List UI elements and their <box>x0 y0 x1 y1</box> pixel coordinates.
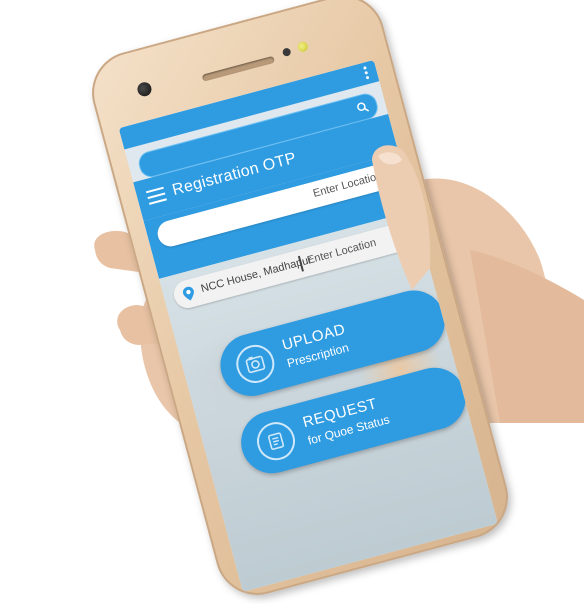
document-icon <box>252 417 300 465</box>
earpiece <box>201 55 275 82</box>
search-icon[interactable] <box>355 99 370 114</box>
front-camera <box>135 80 154 98</box>
hamburger-menu-icon[interactable] <box>145 186 167 205</box>
overflow-menu-icon[interactable] <box>363 65 371 81</box>
camera-icon <box>232 340 279 388</box>
proximity-sensor <box>281 47 292 58</box>
notification-led <box>296 40 309 53</box>
location-pin-icon <box>182 286 194 301</box>
